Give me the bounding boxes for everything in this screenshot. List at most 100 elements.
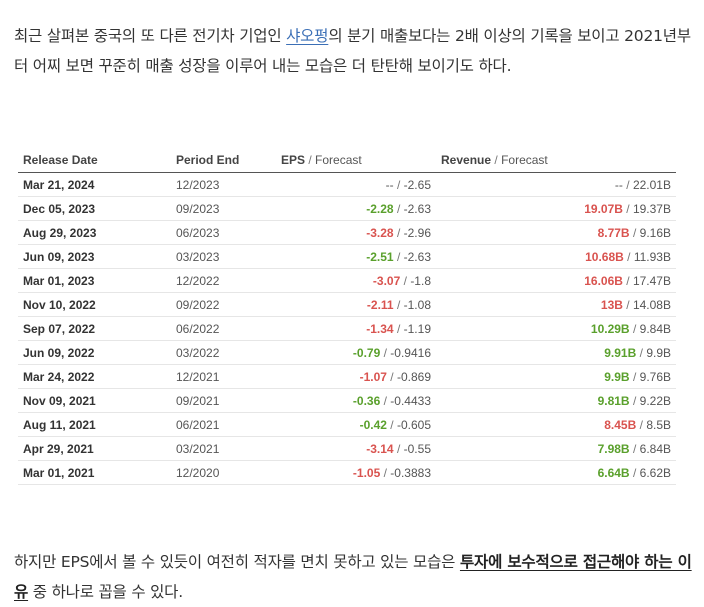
eps-forecast: -2.96 bbox=[403, 225, 431, 240]
eps-separator: / bbox=[396, 225, 401, 240]
eps-cell: -1.34 / -1.19 bbox=[276, 316, 436, 341]
eps-actual: -1.34 bbox=[366, 321, 394, 336]
revenue-actual: -- bbox=[614, 177, 623, 192]
revenue-forecast: 6.62B bbox=[639, 465, 671, 480]
revenue-actual: 19.07B bbox=[584, 201, 623, 216]
revenue-forecast: 22.01B bbox=[632, 177, 671, 192]
table-row: Dec 05, 2023 09/2023 -2.28 / -2.63 19.07B /… bbox=[18, 196, 676, 221]
eps-actual: -3.14 bbox=[366, 441, 394, 456]
revenue-cell: 16.06B / 17.47B bbox=[436, 268, 676, 293]
eps-separator: / bbox=[390, 417, 394, 432]
revenue-separator: / bbox=[626, 273, 630, 288]
revenue-cell: 8.77B / 9.16B bbox=[436, 220, 676, 245]
eps-cell: -1.07 / -0.869 bbox=[276, 364, 436, 389]
eps-separator: / bbox=[396, 201, 401, 216]
eps-actual: -1.07 bbox=[359, 369, 387, 384]
table-row: Mar 21, 2024 12/2023 -- / -2.65 -- / 22.01B bbox=[18, 172, 676, 197]
eps-cell: -1.05 / -0.3883 bbox=[276, 460, 436, 485]
revenue-cell: 9.91B / 9.9B bbox=[436, 340, 676, 365]
release-date-cell: Nov 10, 2022 bbox=[18, 292, 171, 317]
revenue-separator: / bbox=[626, 177, 630, 192]
revenue-cell: 10.68B / 11.93B bbox=[436, 244, 676, 269]
revenue-separator: / bbox=[627, 249, 631, 264]
revenue-forecast: 14.08B bbox=[632, 297, 671, 312]
revenue-actual: 9.91B bbox=[604, 345, 637, 360]
header-eps-label: EPS bbox=[281, 153, 306, 167]
period-end-cell: 12/2020 bbox=[171, 460, 276, 485]
eps-forecast: -0.55 bbox=[403, 441, 431, 456]
revenue-actual: 9.81B bbox=[597, 393, 630, 408]
header-eps[interactable]: EPS / Forecast bbox=[276, 148, 436, 173]
table-row: Nov 09, 2021 09/2021 -0.36 / -0.4433 9.81B … bbox=[18, 388, 676, 413]
eps-separator: / bbox=[396, 441, 401, 456]
release-date-cell: Jun 09, 2023 bbox=[18, 244, 171, 269]
revenue-actual: 10.68B bbox=[585, 249, 624, 264]
table-row: Mar 24, 2022 12/2021 -1.07 / -0.869 9.9B / … bbox=[18, 364, 676, 389]
eps-forecast: -0.605 bbox=[396, 417, 431, 432]
table-row: Mar 01, 2023 12/2022 -3.07 / -1.8 16.06B / … bbox=[18, 268, 676, 293]
eps-actual: -- bbox=[385, 177, 394, 192]
eps-actual: -2.51 bbox=[366, 249, 394, 264]
revenue-actual: 16.06B bbox=[584, 273, 623, 288]
period-end-cell: 12/2023 bbox=[171, 172, 276, 197]
revenue-forecast: 11.93B bbox=[633, 249, 671, 264]
release-date-cell: Aug 11, 2021 bbox=[18, 412, 171, 437]
revenue-separator: / bbox=[626, 201, 630, 216]
table-row: Sep 07, 2022 06/2022 -1.34 / -1.19 10.29B /… bbox=[18, 316, 676, 341]
eps-forecast: -2.65 bbox=[403, 177, 431, 192]
eps-forecast: -0.9416 bbox=[390, 345, 431, 360]
revenue-separator: / bbox=[632, 369, 637, 384]
eps-cell: -2.28 / -2.63 bbox=[276, 196, 436, 221]
revenue-cell: -- / 22.01B bbox=[436, 172, 676, 197]
table-row: Jun 09, 2023 03/2023 -2.51 / -2.63 10.68B /… bbox=[18, 244, 676, 269]
revenue-actual: 8.45B bbox=[604, 417, 637, 432]
period-end-cell: 09/2023 bbox=[171, 196, 276, 221]
revenue-cell: 10.29B / 9.84B bbox=[436, 316, 676, 341]
eps-separator: / bbox=[403, 273, 407, 288]
header-release-date[interactable]: Release Date bbox=[18, 148, 171, 173]
release-date-cell: Mar 21, 2024 bbox=[18, 172, 171, 197]
revenue-separator: / bbox=[632, 225, 637, 240]
eps-separator: / bbox=[396, 249, 401, 264]
table-row: Nov 10, 2022 09/2022 -2.11 / -1.08 13B / 14… bbox=[18, 292, 676, 317]
table-row: Mar 01, 2021 12/2020 -1.05 / -0.3883 6.64B … bbox=[18, 460, 676, 485]
header-revenue-label: Revenue bbox=[441, 153, 492, 167]
intro-paragraph: 최근 살펴본 중국의 또 다른 전기차 기업인 샤오펑의 분기 매출보다는 2배… bbox=[14, 21, 696, 81]
release-date-cell: Aug 29, 2023 bbox=[18, 220, 171, 245]
eps-forecast: -1.8 bbox=[410, 273, 431, 288]
header-revenue-forecast: Forecast bbox=[501, 153, 548, 167]
xpeng-link[interactable]: 샤오펑 bbox=[286, 27, 328, 45]
table-body: Mar 21, 2024 12/2023 -- / -2.65 -- / 22.01B… bbox=[18, 172, 676, 485]
release-date-cell: Nov 09, 2021 bbox=[18, 388, 171, 413]
eps-forecast: -2.63 bbox=[403, 201, 431, 216]
eps-separator: / bbox=[396, 297, 401, 312]
revenue-forecast: 9.16B bbox=[639, 225, 671, 240]
period-end-cell: 03/2023 bbox=[171, 244, 276, 269]
eps-actual: -2.28 bbox=[366, 201, 394, 216]
header-period-end[interactable]: Period End bbox=[171, 148, 276, 173]
release-date-cell: Apr 29, 2021 bbox=[18, 436, 171, 461]
table-header-row: Release Date Period End EPS / Forecast R… bbox=[18, 148, 676, 173]
header-eps-separator: / bbox=[308, 153, 312, 167]
eps-forecast: -1.08 bbox=[403, 297, 431, 312]
eps-forecast: -0.869 bbox=[396, 369, 431, 384]
eps-separator: / bbox=[383, 345, 387, 360]
eps-cell: -2.11 / -1.08 bbox=[276, 292, 436, 317]
revenue-cell: 13B / 14.08B bbox=[436, 292, 676, 317]
header-revenue-separator: / bbox=[494, 153, 498, 167]
revenue-separator: / bbox=[639, 417, 643, 432]
outro-paragraph: 하지만 EPS에서 볼 수 있듯이 여전히 적자를 면치 못하고 있는 모습은 … bbox=[14, 547, 696, 607]
release-date-cell: Mar 24, 2022 bbox=[18, 364, 171, 389]
revenue-forecast: 19.37B bbox=[632, 201, 671, 216]
header-revenue[interactable]: Revenue / Forecast bbox=[436, 148, 676, 173]
eps-forecast: -1.19 bbox=[403, 321, 431, 336]
earnings-table: Release Date Period End EPS / Forecast R… bbox=[18, 148, 676, 485]
table-row: Apr 29, 2021 03/2021 -3.14 / -0.55 7.98B / … bbox=[18, 436, 676, 461]
revenue-separator: / bbox=[632, 441, 637, 456]
revenue-forecast: 9.9B bbox=[646, 345, 671, 360]
period-end-cell: 09/2022 bbox=[171, 292, 276, 317]
eps-separator: / bbox=[396, 177, 401, 192]
period-end-cell: 12/2022 bbox=[171, 268, 276, 293]
eps-cell: -3.07 / -1.8 bbox=[276, 268, 436, 293]
eps-cell: -3.14 / -0.55 bbox=[276, 436, 436, 461]
